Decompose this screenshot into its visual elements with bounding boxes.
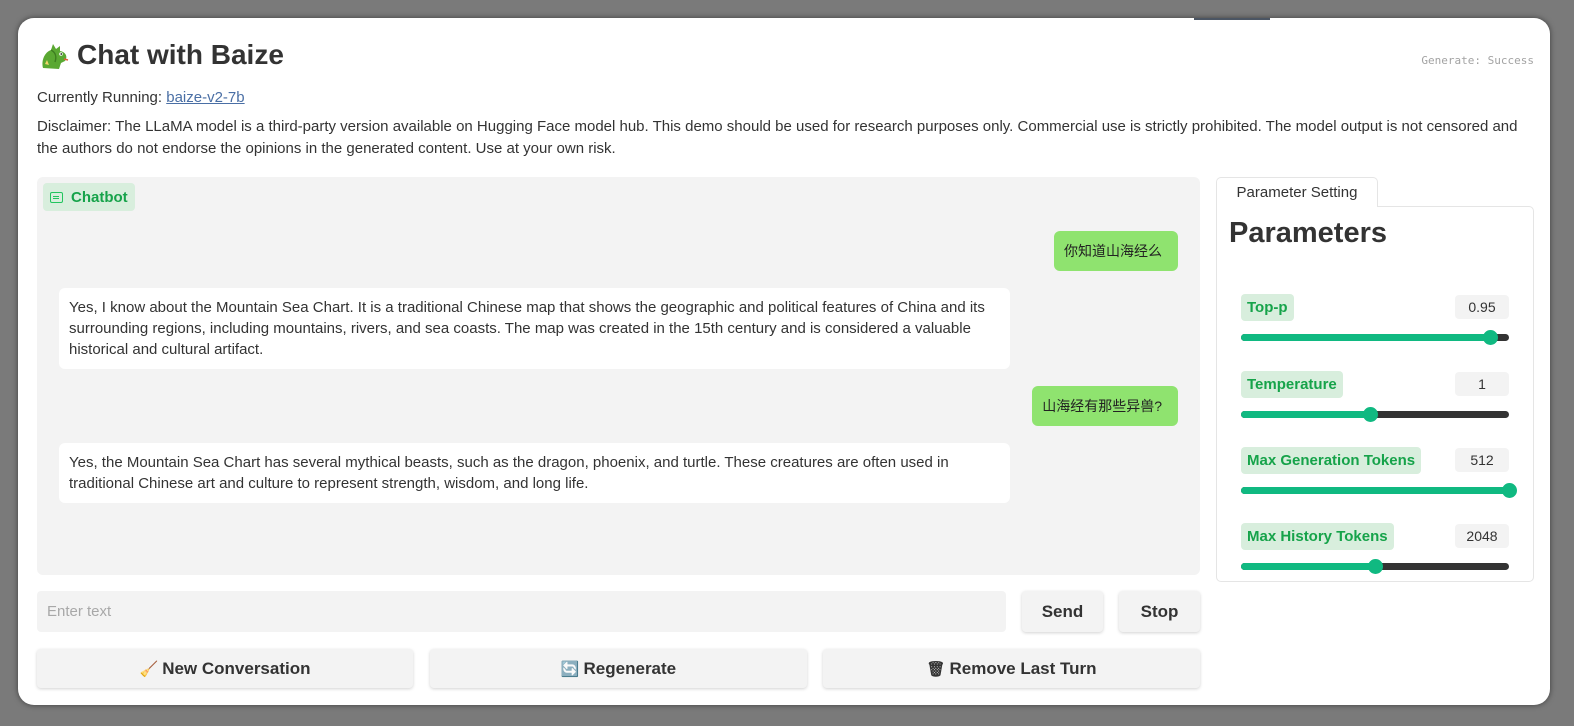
- regenerate-label: Regenerate: [583, 658, 677, 678]
- regenerate-button[interactable]: 🔄 Regenerate: [430, 649, 807, 688]
- slider-fill: [1241, 411, 1370, 418]
- tab-parameter-setting[interactable]: Parameter Setting: [1216, 177, 1378, 207]
- slider-fill: [1241, 334, 1491, 341]
- chatbot-label: Chatbot: [43, 183, 135, 211]
- remove-last-turn-button[interactable]: 🗑 Remove Last Turn: [823, 649, 1200, 688]
- loading-indicator: [1194, 18, 1270, 20]
- remove-last-turn-label: Remove Last Turn: [949, 658, 1097, 678]
- chatbot-panel: Chatbot 你知道山海经么 Yes, I know about the Mo…: [37, 177, 1200, 575]
- send-button[interactable]: Send: [1022, 591, 1103, 632]
- currently-running: Currently Running: baize-v2-7b: [37, 89, 245, 106]
- slider-thumb[interactable]: [1502, 483, 1517, 498]
- user-message: 山海经有那些异兽?: [1032, 386, 1178, 426]
- disclaimer-text: Disclaimer: The LLaMA model is a third-p…: [37, 118, 1518, 157]
- user-message: 你知道山海经么: [1054, 231, 1178, 271]
- bot-message: Yes, the Mountain Sea Chart has several …: [59, 443, 1010, 503]
- slider-fill: [1241, 563, 1375, 570]
- trash-icon: 🗑: [926, 660, 946, 678]
- chat-bubble-icon: [50, 191, 63, 203]
- refresh-icon: 🔄: [560, 660, 580, 678]
- dragon-icon: [42, 44, 69, 69]
- max-generation-tokens-value[interactable]: 512: [1455, 448, 1509, 472]
- max-history-tokens-value[interactable]: 2048: [1455, 524, 1509, 548]
- slider-thumb[interactable]: [1483, 330, 1499, 345]
- broom-icon: 🧹: [139, 660, 159, 678]
- parameters-heading: Parameters: [1229, 217, 1387, 249]
- temperature-slider[interactable]: [1241, 407, 1509, 422]
- stop-button[interactable]: Stop: [1119, 591, 1200, 632]
- title-row: Chat with Baize: [37, 38, 284, 72]
- max-history-tokens-slider[interactable]: [1241, 559, 1509, 574]
- message-input[interactable]: [37, 591, 1006, 632]
- new-conversation-button[interactable]: 🧹 New Conversation: [37, 649, 413, 688]
- chatbot-label-text: Chatbot: [71, 188, 128, 206]
- slider-thumb[interactable]: [1362, 407, 1378, 422]
- page-title: Chat with Baize: [77, 39, 284, 70]
- model-link[interactable]: baize-v2-7b: [166, 89, 244, 106]
- top-p-slider[interactable]: [1241, 330, 1509, 345]
- temperature-label: Temperature: [1241, 371, 1343, 398]
- bot-message: Yes, I know about the Mountain Sea Chart…: [59, 288, 1010, 369]
- slider-thumb[interactable]: [1368, 559, 1383, 574]
- slider-fill: [1241, 487, 1509, 494]
- app-window: Chat with Baize Generate: Success Curren…: [18, 18, 1550, 705]
- running-label: Currently Running:: [37, 89, 167, 106]
- top-p-value[interactable]: 0.95: [1455, 295, 1509, 319]
- top-p-label: Top-p: [1241, 294, 1294, 321]
- max-generation-tokens-slider[interactable]: [1241, 483, 1517, 498]
- max-generation-tokens-label: Max Generation Tokens: [1241, 447, 1422, 474]
- new-conversation-label: New Conversation: [162, 658, 311, 678]
- temperature-value[interactable]: 1: [1455, 372, 1509, 396]
- parameters-panel: Parameters Top-p 0.95 Temperature 1 Max …: [1216, 206, 1534, 582]
- max-history-tokens-label: Max History Tokens: [1241, 523, 1394, 550]
- generation-status: Generate: Success: [1421, 54, 1534, 67]
